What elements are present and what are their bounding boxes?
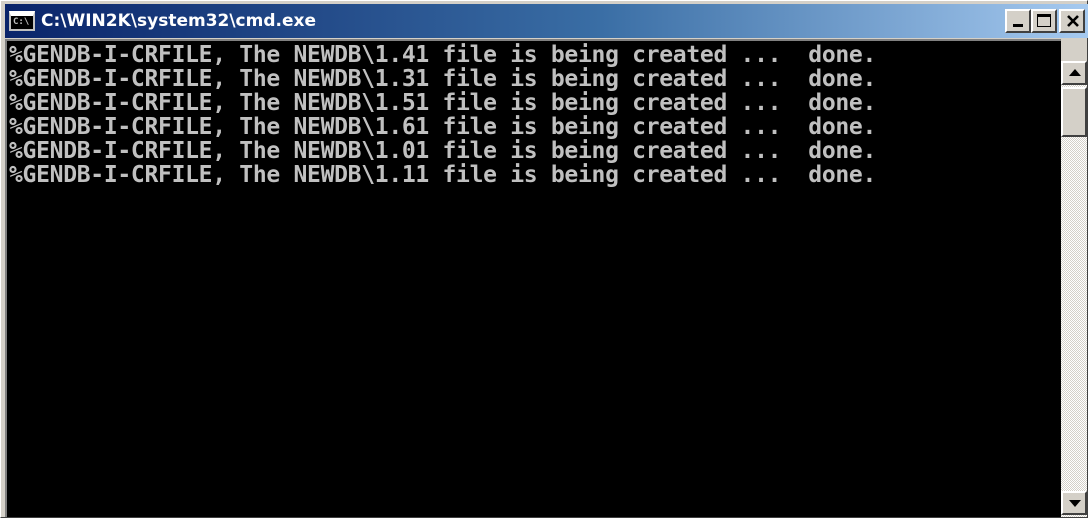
console-output-area[interactable]: %GENDB-I-CRFILE, The NEWDB\1.41 file is …: [5, 39, 1061, 517]
minimize-button[interactable]: [1005, 9, 1031, 33]
console-line: %GENDB-I-CRFILE, The NEWDB\1.01 file is …: [9, 138, 877, 164]
window-title: C:\WIN2K\system32\cmd.exe: [41, 11, 316, 31]
close-icon: [1067, 15, 1079, 27]
scroll-up-button[interactable]: [1061, 61, 1087, 85]
console-line: %GENDB-I-CRFILE, The NEWDB\1.11 file is …: [9, 162, 877, 188]
arrow-down-icon: [1069, 500, 1081, 507]
console-line: %GENDB-I-CRFILE, The NEWDB\1.41 file is …: [9, 42, 877, 68]
title-bar[interactable]: C:\ C:\WIN2K\system32\cmd.exe: [5, 4, 1088, 38]
window-controls: [1005, 9, 1085, 33]
vertical-scrollbar[interactable]: [1061, 39, 1087, 517]
close-button[interactable]: [1059, 9, 1085, 33]
arrow-up-icon: [1069, 69, 1081, 76]
console-window: C:\ C:\WIN2K\system32\cmd.exe %GENDB-I-C…: [0, 0, 1088, 518]
console-output: %GENDB-I-CRFILE, The NEWDB\1.41 file is …: [7, 41, 1061, 187]
maximize-button[interactable]: [1031, 9, 1057, 33]
console-line: %GENDB-I-CRFILE, The NEWDB\1.61 file is …: [9, 114, 877, 140]
console-window-icon[interactable]: C:\: [9, 11, 35, 31]
scroll-down-button[interactable]: [1061, 491, 1087, 515]
minimize-icon: [1013, 24, 1023, 27]
maximize-icon: [1037, 14, 1051, 27]
console-line: %GENDB-I-CRFILE, The NEWDB\1.51 file is …: [9, 90, 877, 116]
scrollbar-thumb[interactable]: [1061, 87, 1087, 137]
scrollbar-top-gap: [1061, 39, 1087, 61]
system-icon-label: C:\: [13, 17, 30, 27]
console-line: %GENDB-I-CRFILE, The NEWDB\1.31 file is …: [9, 66, 877, 92]
